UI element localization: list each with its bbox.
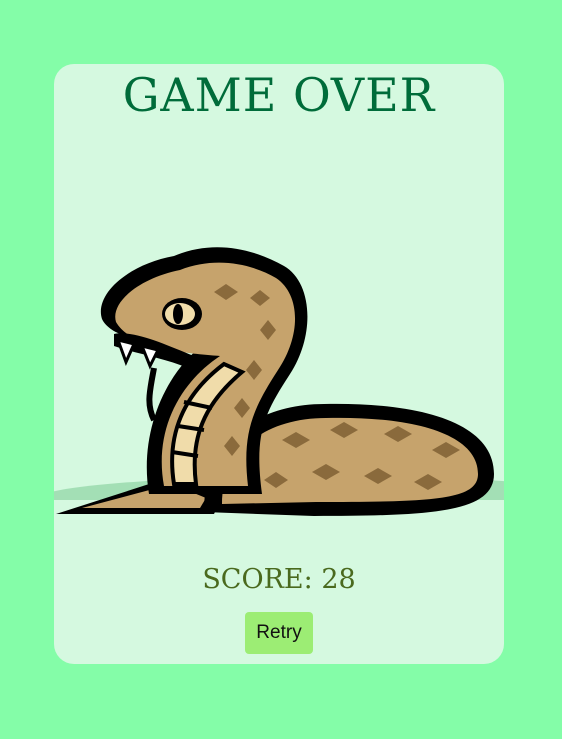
game-over-card: GAME OVER SCORE: 28 Retry: [54, 64, 504, 664]
retry-button[interactable]: Retry: [245, 612, 313, 654]
score-display: SCORE: 28: [202, 564, 356, 595]
snake-illustration: [54, 247, 504, 544]
game-over-title: GAME OVER: [122, 68, 436, 122]
